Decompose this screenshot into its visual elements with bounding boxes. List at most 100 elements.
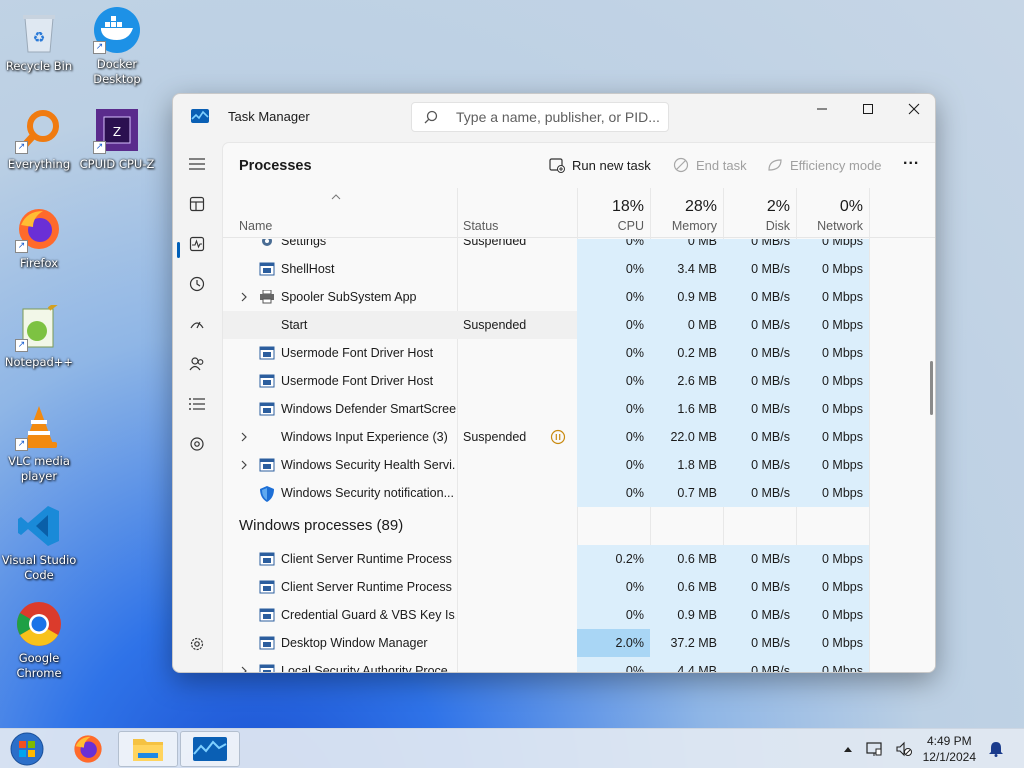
- process-cpu-value: 0%: [625, 318, 644, 332]
- efficiency-mode-button[interactable]: Efficiency mode: [767, 157, 882, 173]
- vlc-icon: ↗: [15, 403, 63, 451]
- more-options-button[interactable]: ...: [903, 151, 919, 169]
- title-bar[interactable]: Task Manager: [173, 94, 935, 140]
- process-row[interactable]: Usermode Font Driver Host 0% 2.6 MB 0 MB/s 0…: [223, 367, 869, 395]
- search-input[interactable]: [456, 108, 661, 126]
- desktop-icon-cpuz[interactable]: Z ↗ CPUID CPU-Z: [78, 106, 156, 172]
- desktop-icon-recycle-bin[interactable]: ♻ Recycle Bin: [0, 8, 78, 74]
- taskbar-clock[interactable]: 4:49 PM 12/1/2024: [923, 733, 976, 765]
- process-name: Usermode Font Driver Host: [281, 374, 434, 388]
- end-task-label: End task: [696, 157, 747, 173]
- column-header-disk[interactable]: 2% Disk: [723, 188, 796, 238]
- hamburger-menu-button[interactable]: [183, 150, 211, 178]
- nav-app-history[interactable]: [183, 270, 211, 298]
- process-cpu-value: 0%: [625, 262, 644, 276]
- process-row[interactable]: Local Security Authority Proce... 0% 4.4 M…: [223, 657, 869, 672]
- tray-display-icon-button[interactable]: [866, 741, 882, 757]
- desktop-icon-chrome[interactable]: Google Chrome: [0, 600, 78, 681]
- process-row[interactable]: Windows Security Health Servi... 0% 1.8 MB…: [223, 451, 869, 479]
- nav-startup-apps[interactable]: [183, 310, 211, 338]
- desktop-icon-docker[interactable]: ↗ Docker Desktop: [78, 6, 156, 87]
- nav-users[interactable]: [183, 350, 211, 378]
- process-cpu-value: 0%: [625, 346, 644, 360]
- end-task-icon: [673, 157, 689, 173]
- process-row[interactable]: Windows Security notification... 0% 0.7 MB…: [223, 479, 869, 507]
- process-disk-value: 0 MB/s: [751, 346, 790, 360]
- process-row[interactable]: Usermode Font Driver Host 0% 0.2 MB 0 MB/s 0…: [223, 339, 869, 367]
- nav-performance[interactable]: [183, 230, 211, 258]
- close-button[interactable]: [891, 94, 935, 124]
- nav-details[interactable]: [183, 390, 211, 418]
- process-mem-value: 2.6 MB: [677, 374, 717, 388]
- process-row[interactable]: Spooler SubSystem App 0% 0.9 MB 0 MB/s 0 Mbp…: [223, 283, 869, 311]
- taskbar-file-explorer[interactable]: [118, 731, 178, 767]
- minimize-button[interactable]: [799, 94, 845, 124]
- desktop-icon-vscode[interactable]: Visual Studio Code: [0, 502, 78, 583]
- maximize-button[interactable]: [845, 94, 891, 124]
- svg-text:♻: ♻: [33, 30, 46, 46]
- desktop-icon-label: Notepad++: [4, 355, 74, 369]
- process-net-value: 0 Mbps: [822, 430, 863, 444]
- taskbar-task-manager[interactable]: [180, 731, 240, 767]
- process-row[interactable]: Start Suspended 0% 0 MB 0 MB/s 0 Mbps: [223, 311, 869, 339]
- tray-volume-button[interactable]: [896, 741, 912, 757]
- nav-processes[interactable]: [183, 190, 211, 218]
- memory-total-percent: 28%: [684, 198, 717, 215]
- start-button[interactable]: [0, 731, 54, 767]
- process-cpu-value: 0.2%: [615, 552, 645, 566]
- process-row[interactable]: Client Server Runtime Process 0% 0.6 MB 0 M…: [223, 573, 869, 601]
- nav-settings[interactable]: [183, 630, 211, 658]
- application-icon: [259, 346, 275, 360]
- chevron-right-icon[interactable]: [239, 665, 249, 672]
- services-icon: [190, 437, 204, 451]
- run-new-task-button[interactable]: Run new task: [549, 157, 651, 173]
- nav-services[interactable]: [183, 430, 211, 458]
- process-disk-value: 0 MB/s: [751, 430, 790, 444]
- process-row[interactable]: ShellHost 0% 3.4 MB 0 MB/s 0 Mbps: [223, 255, 869, 283]
- column-header-memory[interactable]: 28% Memory: [650, 188, 723, 238]
- process-mem-value: 0 MB: [687, 318, 717, 332]
- task-manager-icon: [193, 737, 227, 761]
- process-row[interactable]: Credential Guard & VBS Key Is... 0% 0.9 MB…: [223, 601, 869, 629]
- column-header-status[interactable]: Status: [457, 188, 577, 238]
- process-disk-value: 0 MB/s: [751, 402, 790, 416]
- process-mem-value: 0.2 MB: [677, 346, 717, 360]
- process-name: Client Server Runtime Process: [281, 552, 452, 566]
- desktop-icon-vlc[interactable]: ↗ VLC media player: [0, 403, 78, 484]
- process-mem-value: 0.6 MB: [677, 580, 717, 594]
- process-row[interactable]: Windows Defender SmartScreen 0% 1.6 MB 0 MB…: [223, 395, 869, 423]
- process-name: Settings: [281, 239, 327, 248]
- desktop-icon-notepadpp[interactable]: ↗ Notepad++: [0, 304, 78, 370]
- desktop-icon-everything[interactable]: ↗ Everything: [0, 106, 78, 172]
- process-net-value: 0 Mbps: [822, 458, 863, 472]
- desktop-icon-firefox[interactable]: ↗ Firefox: [0, 205, 78, 271]
- process-cpu-value: 0%: [625, 430, 644, 444]
- startup-apps-icon: [190, 321, 204, 329]
- monitor-icon: [866, 742, 882, 756]
- process-row[interactable]: Windows Input Experience (3) Suspended 0% 2…: [223, 423, 869, 451]
- cpu-z-icon: Z ↗: [93, 106, 141, 154]
- process-net-value: 0 Mbps: [822, 608, 863, 622]
- process-row[interactable]: Desktop Window Manager 2.0% 37.2 MB 0 MB/s 0…: [223, 629, 869, 657]
- column-header-name[interactable]: Name: [223, 188, 457, 238]
- process-mem-value: 1.8 MB: [677, 458, 717, 472]
- process-name: Credential Guard & VBS Key Is...: [281, 608, 456, 622]
- process-net-value: 0 Mbps: [822, 290, 863, 304]
- chevron-right-icon[interactable]: [239, 431, 249, 443]
- notifications-button[interactable]: [988, 741, 1004, 757]
- process-row[interactable]: Settings Suspended 0% 0 MB 0 MB/s 0 Mbps: [223, 239, 869, 255]
- process-row[interactable]: Client Server Runtime Process 0.2% 0.6 MB 0…: [223, 545, 869, 573]
- vertical-scrollbar[interactable]: [930, 361, 933, 415]
- search-box[interactable]: [411, 102, 669, 132]
- desktop-icon-label: Everything: [7, 157, 71, 171]
- efficiency-mode-label: Efficiency mode: [790, 157, 882, 173]
- group-header-windows-processes[interactable]: Windows processes (89): [239, 517, 403, 534]
- column-header-cpu[interactable]: 18% CPU: [577, 188, 650, 238]
- chevron-right-icon[interactable]: [239, 459, 249, 471]
- show-hidden-icons-button[interactable]: [840, 741, 856, 757]
- end-task-button[interactable]: End task: [673, 157, 747, 173]
- column-header-network[interactable]: 0% Network: [796, 188, 869, 238]
- taskbar-firefox[interactable]: [58, 731, 118, 767]
- chevron-right-icon[interactable]: [239, 291, 249, 303]
- network-total-percent: 0%: [839, 198, 863, 215]
